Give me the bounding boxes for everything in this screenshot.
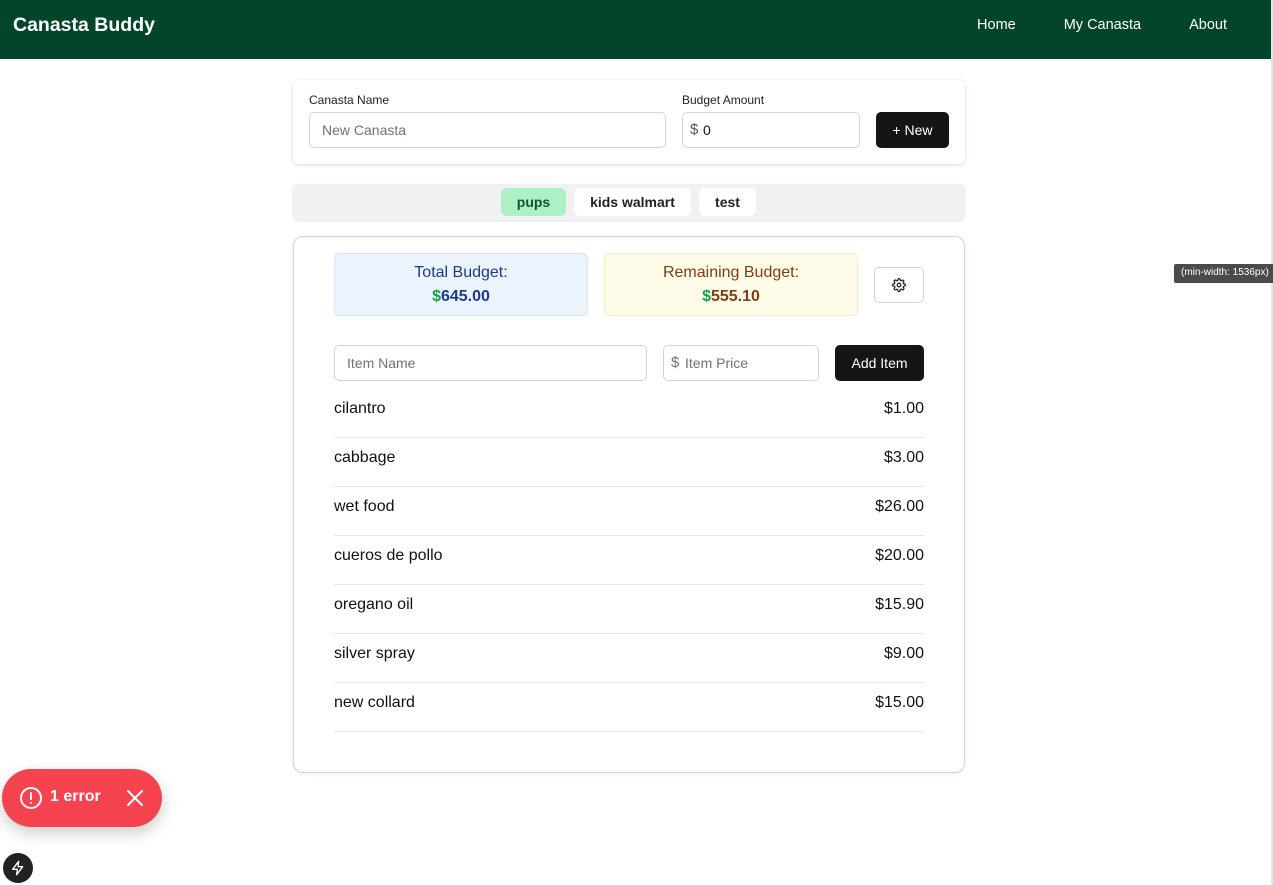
- item-price: $1.00: [883, 400, 924, 417]
- close-icon[interactable]: [125, 788, 145, 808]
- item-price: $3.00: [883, 449, 924, 466]
- alert-circle-icon: [20, 787, 42, 809]
- app-brand[interactable]: Canasta Buddy: [13, 14, 155, 37]
- item-name: new collard: [334, 694, 415, 711]
- add-item-button[interactable]: Add Item: [835, 345, 924, 381]
- remaining-budget-amount: 555.10: [710, 288, 760, 305]
- lightning-bolt-icon: [12, 860, 24, 876]
- item-name: wet food: [334, 498, 395, 515]
- canasta-name-input[interactable]: [309, 112, 666, 148]
- total-budget-amount: 645.00: [440, 288, 490, 305]
- error-count-label: 1 error: [50, 788, 101, 805]
- item-name: cueros de pollo: [334, 547, 443, 564]
- item-price: $15.90: [875, 596, 924, 613]
- price-currency-symbol: $: [671, 354, 680, 371]
- nav-link-my-canasta[interactable]: My Canasta: [1064, 17, 1141, 33]
- item-name: oregano oil: [334, 596, 414, 613]
- dev-tools-button[interactable]: [3, 853, 33, 883]
- currency-symbol: $: [702, 288, 711, 305]
- item-price: $9.00: [883, 645, 924, 662]
- item-name: cabbage: [334, 449, 396, 466]
- list-item: silver spray $9.00: [334, 634, 924, 683]
- error-toast[interactable]: 1 error: [2, 769, 162, 827]
- list-item: new collard $15.00: [334, 683, 924, 732]
- tab-kids-walmart[interactable]: kids walmart: [574, 188, 691, 216]
- canasta-tabs: pups kids walmart test: [293, 184, 965, 220]
- nav-link-home[interactable]: Home: [977, 17, 1016, 33]
- item-price: $15.00: [875, 694, 924, 711]
- tab-pups[interactable]: pups: [501, 188, 566, 216]
- top-navbar: Canasta Buddy Home My Canasta About: [0, 0, 1271, 59]
- budget-currency-symbol: $: [690, 121, 699, 138]
- remaining-budget-title: Remaining Budget:: [662, 264, 800, 281]
- gear-icon: [892, 278, 906, 292]
- total-budget-value: $645.00: [335, 288, 587, 306]
- list-item: cilantro $1.00: [334, 389, 924, 438]
- nav-links: Home My Canasta About: [977, 17, 1227, 33]
- list-item: cabbage $3.00: [334, 438, 924, 487]
- media-query-tooltip: (min-width: 1536px): [1174, 264, 1273, 283]
- list-item: oregano oil $15.90: [334, 585, 924, 634]
- item-name: silver spray: [334, 645, 415, 662]
- total-budget-title: Total Budget:: [414, 264, 508, 281]
- currency-symbol: $: [432, 288, 441, 305]
- item-name-input[interactable]: [334, 345, 647, 381]
- remaining-budget-value: $555.10: [605, 288, 857, 306]
- budget-amount-label: Budget Amount: [682, 93, 765, 107]
- list-item: cueros de pollo $20.00: [334, 536, 924, 585]
- item-price-input[interactable]: [663, 345, 819, 381]
- tab-test[interactable]: test: [699, 188, 756, 216]
- nav-link-about[interactable]: About: [1189, 17, 1227, 33]
- settings-button[interactable]: [874, 267, 924, 303]
- item-name: cilantro: [334, 400, 386, 417]
- list-item: wet food $26.00: [334, 487, 924, 536]
- remaining-budget-box: Remaining Budget: $555.10: [604, 253, 858, 316]
- budget-amount-input[interactable]: [682, 112, 860, 148]
- item-price: $26.00: [875, 498, 924, 515]
- canasta-name-label: Canasta Name: [309, 93, 390, 107]
- item-price: $20.00: [875, 547, 924, 564]
- total-budget-box: Total Budget: $645.00: [334, 253, 588, 316]
- new-canasta-button[interactable]: + New: [876, 112, 949, 148]
